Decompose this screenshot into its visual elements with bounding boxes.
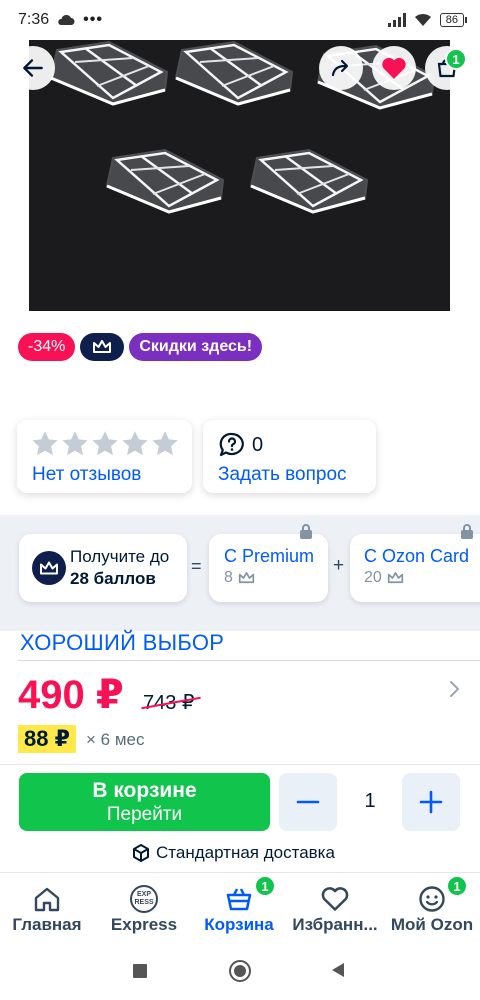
bottom-tab-bar: Главная EXP RESS Express Корзина 1 Избра…	[0, 872, 480, 946]
premium-value: 8	[224, 569, 233, 586]
star-icon	[92, 431, 118, 456]
increase-quantity-button[interactable]	[402, 773, 460, 831]
divider	[0, 764, 480, 765]
points-line1: Получите до	[70, 547, 170, 566]
ozon-card-points-card[interactable]: С Ozon Card 20	[350, 534, 480, 602]
smile-icon	[419, 886, 445, 912]
delivery-label: Стандартная доставка	[156, 843, 335, 862]
questions-row: 0	[218, 432, 263, 458]
questions-count: 0	[252, 433, 264, 456]
cloud-icon	[58, 14, 75, 25]
heart-filled-icon	[382, 57, 406, 79]
premium-title: С Premium	[224, 546, 315, 566]
back-triangle-icon[interactable]	[331, 962, 345, 978]
decrease-quantity-button[interactable]	[279, 773, 337, 831]
status-time: 7:36	[18, 11, 50, 28]
tab-my-ozon-label: Мой Ozon	[390, 915, 474, 934]
crown-outline-icon	[387, 572, 403, 584]
tab-cart-label: Корзина	[204, 915, 274, 934]
question-bubble-icon	[219, 432, 244, 457]
premium-points-card[interactable]: С Premium 8	[209, 534, 328, 602]
star-icon	[152, 431, 178, 456]
back-button[interactable]	[11, 46, 55, 90]
home-icon	[34, 887, 60, 912]
star-icon	[122, 431, 148, 456]
premium-value-row: 8	[224, 569, 255, 587]
equals-sign: =	[191, 556, 202, 576]
cart-tab-badge: 1	[254, 875, 276, 897]
plus-icon	[419, 790, 443, 814]
tag-row: -34% Скидки здесь!	[18, 333, 263, 361]
ask-question-link[interactable]: Задать вопрос	[218, 464, 347, 486]
signal-icon	[387, 13, 406, 27]
tab-favorites[interactable]: Избранн...	[286, 883, 384, 935]
installment-price: 88 ₽	[18, 725, 76, 753]
recents-button[interactable]	[133, 964, 147, 978]
lock-icon	[461, 524, 473, 539]
tab-home-label: Главная	[12, 915, 82, 934]
ozon-card-value-row: 20	[364, 569, 404, 587]
discount-tag: -34%	[18, 333, 76, 361]
divider	[18, 660, 480, 661]
notification-dots: •••	[83, 11, 103, 28]
quantity-value: 1	[364, 790, 376, 812]
battery-indicator: 86	[439, 13, 468, 27]
premium-tag[interactable]	[80, 333, 125, 361]
star-icon	[32, 431, 58, 456]
in-cart-label: В корзине	[92, 779, 197, 802]
home-button-dot	[234, 965, 246, 977]
ozon-card-title: С Ozon Card	[364, 546, 470, 566]
sale-tag[interactable]: Скидки здесь!	[129, 333, 263, 361]
go-to-cart-label: Перейти	[106, 804, 183, 825]
share-icon	[331, 59, 349, 77]
home-button[interactable]	[229, 960, 251, 982]
tab-home[interactable]: Главная	[10, 883, 84, 935]
points-total-card[interactable]: Получите до 28 баллов	[19, 534, 187, 602]
current-price: 490 ₽	[18, 673, 124, 717]
reviews-card[interactable]: Нет отзывов	[17, 420, 192, 493]
box-icon	[133, 844, 149, 862]
arrow-left-icon	[23, 59, 43, 77]
favorite-button[interactable]	[372, 46, 416, 90]
star-icon	[62, 431, 88, 456]
in-cart-button[interactable]: В корзине Перейти	[19, 773, 270, 831]
lock-icon	[300, 524, 312, 539]
system-nav-bar	[0, 946, 480, 1000]
minus-icon	[296, 800, 320, 804]
installment-months: × 6 мес	[86, 730, 145, 749]
ozon-card-value: 20	[364, 569, 382, 586]
express-icon: EXP RESS	[130, 885, 158, 913]
crown-outline-icon	[238, 572, 255, 584]
share-button[interactable]	[319, 46, 363, 90]
wifi-icon	[414, 13, 431, 26]
points-crown-circle	[32, 551, 66, 585]
delivery-info[interactable]: Стандартная доставка	[132, 843, 335, 863]
tab-express-label: Express	[110, 915, 178, 934]
crown-icon	[40, 561, 58, 574]
old-price: 743 ₽	[141, 690, 201, 715]
rating-stars	[31, 430, 179, 457]
crown-icon	[93, 340, 112, 353]
points-line2: 28 баллов	[70, 569, 156, 588]
tab-express[interactable]: EXP RESS Express	[108, 883, 180, 935]
cart-bag-icon	[226, 888, 252, 911]
chevron-right-icon[interactable]	[449, 680, 461, 698]
good-choice-label: ХОРОШИЙ ВЫБОР	[20, 630, 225, 655]
no-reviews-link[interactable]: Нет отзывов	[32, 464, 141, 486]
profile-tab-badge: 1	[446, 875, 468, 897]
tab-favorites-label: Избранн...	[292, 915, 378, 934]
questions-card[interactable]: 0 Задать вопрос	[203, 420, 376, 493]
status-bar: 7:36 ••• 86	[0, 0, 480, 40]
heart-icon	[321, 887, 349, 911]
plus-sign: +	[333, 555, 345, 576]
express-icon-text: EXP RESS	[134, 891, 154, 906]
top-cart-badge: 1	[445, 48, 467, 70]
